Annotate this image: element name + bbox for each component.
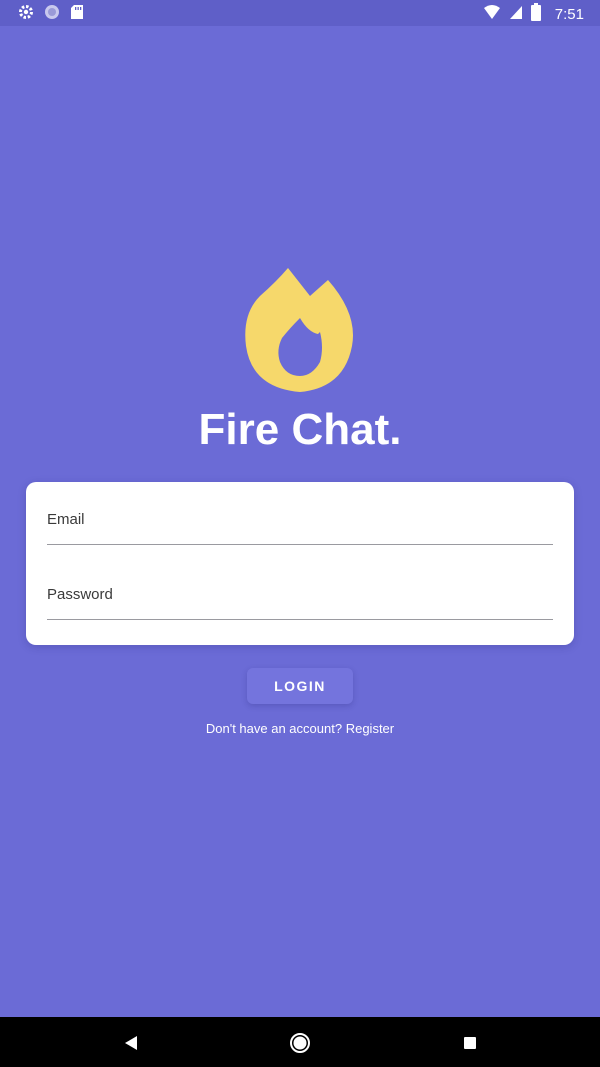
app-title: Fire Chat.	[198, 405, 402, 454]
signal-icon	[509, 4, 523, 25]
register-link[interactable]: Register	[346, 721, 394, 736]
home-icon[interactable]	[289, 1032, 311, 1054]
email-input[interactable]	[47, 502, 553, 545]
sync-icon	[44, 4, 60, 25]
recents-icon[interactable]	[459, 1032, 481, 1054]
wifi-icon	[483, 4, 501, 25]
sd-card-icon	[70, 4, 84, 25]
login-card	[26, 482, 574, 645]
navigation-bar	[0, 1017, 600, 1067]
flame-logo-icon	[240, 266, 360, 396]
login-button[interactable]: LOGIN	[247, 668, 353, 704]
register-prompt-text: Don't have an account?	[205, 721, 343, 736]
back-icon[interactable]	[120, 1032, 142, 1054]
battery-icon	[530, 3, 541, 26]
register-prompt-line: Don't have an account? Register	[0, 720, 600, 738]
gear-icon	[18, 4, 34, 25]
status-bar-right-icons: 7:51	[483, 3, 584, 26]
password-input[interactable]	[47, 577, 553, 620]
status-bar-time: 7:51	[554, 5, 584, 23]
email-field-wrapper	[47, 502, 553, 545]
status-bar-left-icons	[18, 4, 84, 25]
password-field-wrapper	[47, 577, 553, 620]
status-bar: 7:51	[0, 0, 600, 26]
